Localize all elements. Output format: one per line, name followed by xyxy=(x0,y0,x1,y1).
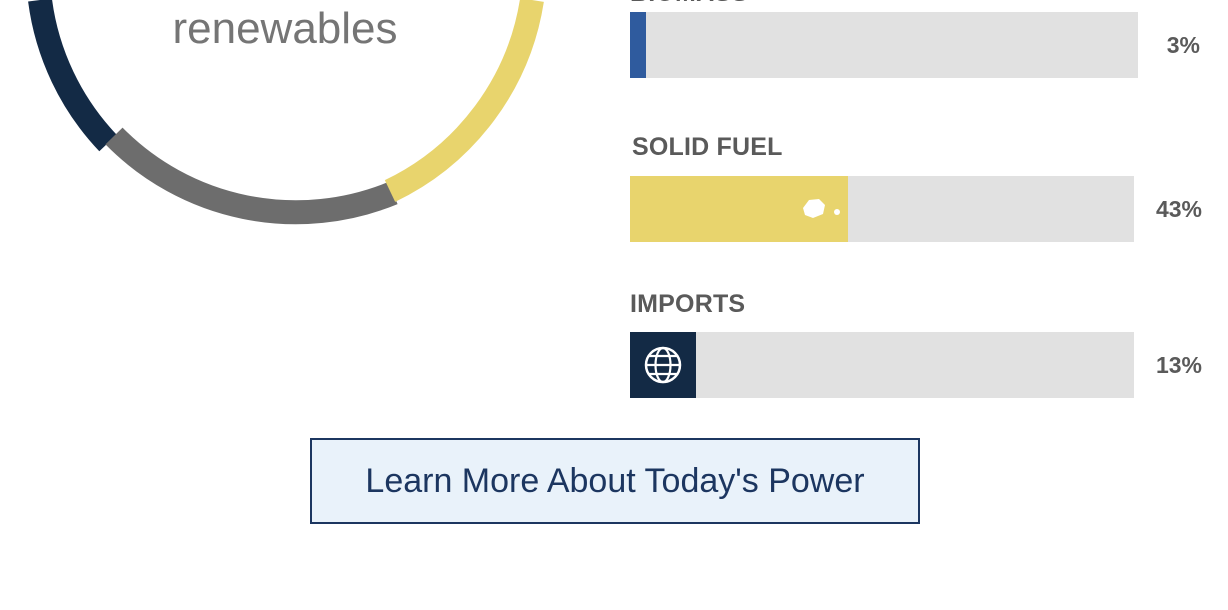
source-imports: IMPORTS 13% xyxy=(630,288,1210,398)
bar-row-biomass: 3% xyxy=(630,12,1210,78)
bar-row-solid-fuel: 43% xyxy=(630,176,1210,242)
source-label-solid-fuel: SOLID FUEL xyxy=(632,133,783,161)
fuel-mix-donut-chart: renewables xyxy=(0,0,600,420)
percent-solid-fuel: 43% xyxy=(1155,196,1202,222)
bar-fill-biomass xyxy=(630,12,646,78)
percent-imports: 13% xyxy=(1155,352,1202,378)
bar-track xyxy=(630,12,1138,78)
bar-row-imports: 13% xyxy=(630,332,1210,398)
donut-segment-gray xyxy=(105,127,398,225)
learn-more-button[interactable]: Learn More About Today's Power xyxy=(310,438,920,524)
source-label-imports: IMPORTS xyxy=(630,290,746,318)
donut-center-label: renewables xyxy=(172,4,398,53)
bar-track xyxy=(630,332,1134,398)
coal-icon xyxy=(796,176,846,242)
percent-biomass: 3% xyxy=(1166,32,1200,58)
source-solid-fuel: SOLID FUEL 43% xyxy=(630,131,1210,242)
donut-ring xyxy=(28,0,544,225)
source-biomass: BIOMASS 3% xyxy=(630,0,1210,78)
source-label-biomass: BIOMASS xyxy=(630,0,1210,10)
globe-icon xyxy=(630,332,696,398)
donut-segment-dark xyxy=(28,0,117,152)
